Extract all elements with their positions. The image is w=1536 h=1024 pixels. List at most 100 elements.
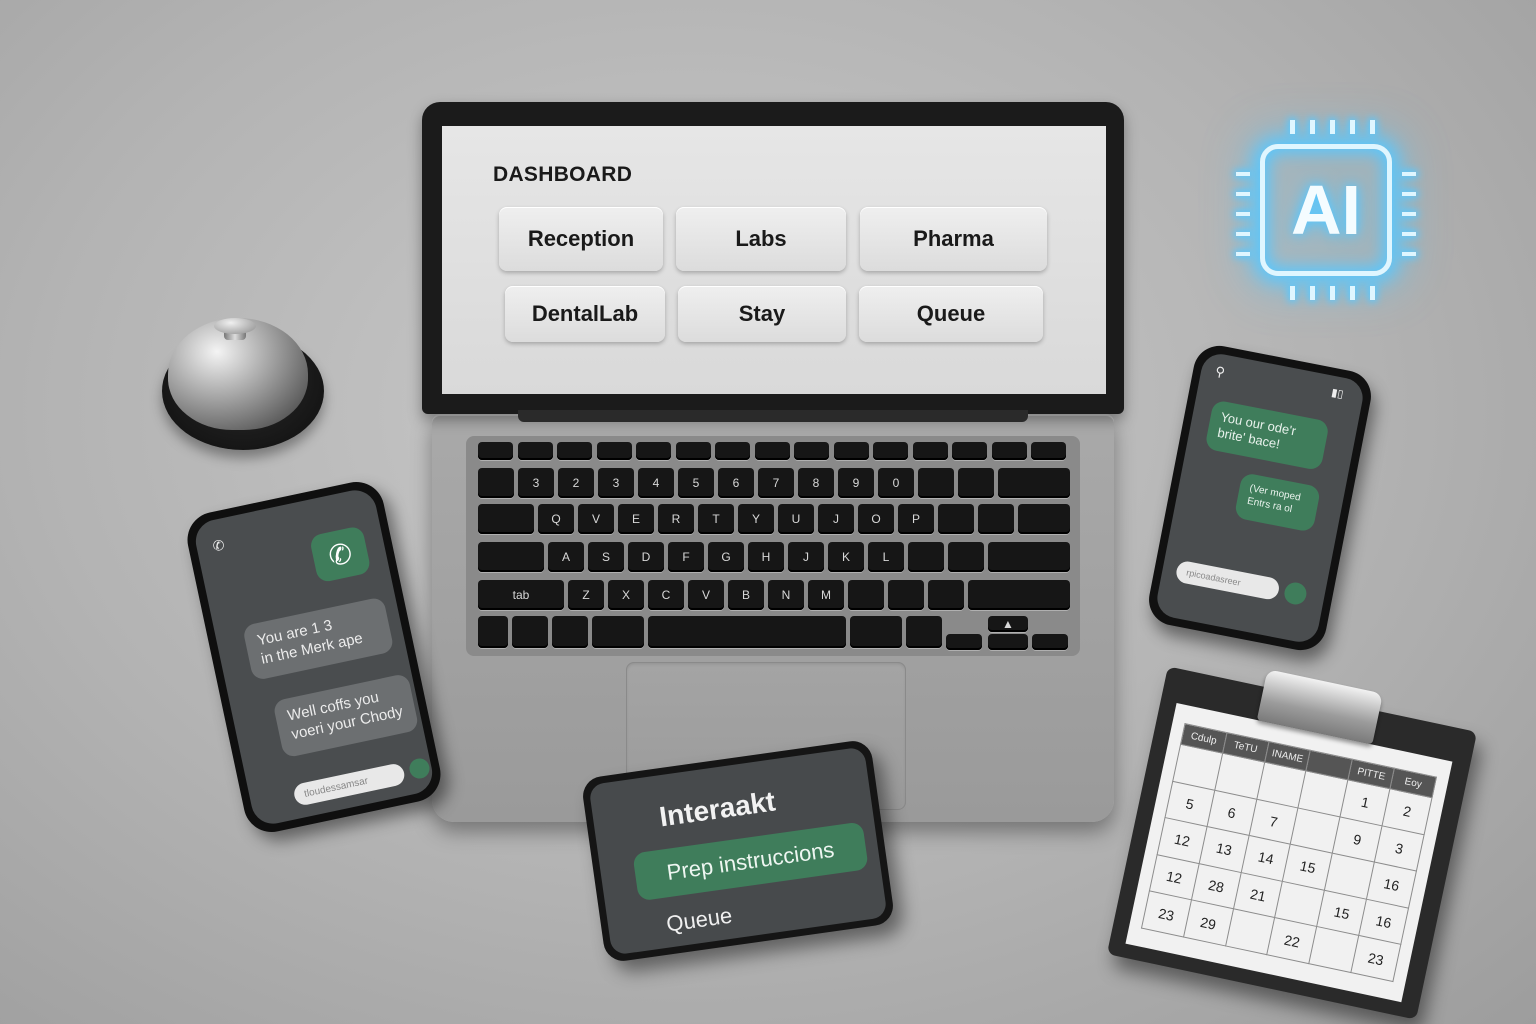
keyboard-key[interactable] <box>888 580 924 610</box>
right-shift-key[interactable] <box>968 580 1070 610</box>
spacebar[interactable] <box>648 616 846 648</box>
arrow-down-key[interactable] <box>988 634 1028 650</box>
keyboard-key-r[interactable]: R <box>658 504 694 534</box>
keyboard-key-6[interactable]: 6 <box>718 468 754 498</box>
tab-key[interactable] <box>478 504 534 534</box>
keyboard-key-8[interactable]: 8 <box>798 468 834 498</box>
keyboard-key-h[interactable]: H <box>748 542 784 572</box>
keyboard-key-2[interactable]: 2 <box>558 468 594 498</box>
message-input[interactable]: rpicoadasreer <box>1174 559 1281 602</box>
queue-label[interactable]: Queue <box>665 903 734 938</box>
keyboard-key[interactable] <box>918 468 954 498</box>
keyboard-key-v[interactable]: V <box>688 580 724 610</box>
keyboard-key-5[interactable]: 5 <box>678 468 714 498</box>
tile-pharma[interactable]: Pharma <box>860 207 1047 271</box>
command-key[interactable] <box>592 616 644 648</box>
keyboard-key-n[interactable]: N <box>768 580 804 610</box>
keyboard-key-d[interactable]: D <box>628 542 664 572</box>
keyboard-key-c[interactable]: C <box>648 580 684 610</box>
tile-reception[interactable]: Reception <box>499 207 663 271</box>
send-icon[interactable] <box>1282 580 1309 607</box>
caps-key[interactable] <box>478 542 544 572</box>
search-icon[interactable]: ⚲ <box>1214 363 1226 381</box>
keyboard-key[interactable] <box>952 442 987 460</box>
keyboard-key[interactable] <box>1031 442 1066 460</box>
keyboard-key-4[interactable]: 4 <box>638 468 674 498</box>
keyboard-key[interactable] <box>938 504 974 534</box>
send-icon[interactable] <box>407 756 432 781</box>
keyboard-key[interactable] <box>873 442 908 460</box>
service-bell-knob[interactable] <box>214 318 256 334</box>
keyboard-key[interactable] <box>1018 504 1070 534</box>
keyboard-key[interactable] <box>478 442 513 460</box>
keyboard-key-3[interactable]: 3 <box>598 468 634 498</box>
keyboard-key[interactable] <box>517 442 553 460</box>
keyboard-key[interactable] <box>636 442 671 460</box>
keyboard-key-o[interactable]: O <box>858 504 894 534</box>
keyboard-key-g[interactable]: G <box>708 542 744 572</box>
keyboard-key-v[interactable]: V <box>578 504 614 534</box>
tile-stay[interactable]: Stay <box>678 286 846 342</box>
whatsapp-icon[interactable]: ✆ <box>308 525 372 584</box>
keyboard-key-e[interactable]: E <box>618 504 654 534</box>
keyboard-key-f[interactable]: F <box>668 542 704 572</box>
keyboard-key-m[interactable]: M <box>808 580 844 610</box>
keyboard-key-j[interactable]: J <box>818 504 854 534</box>
keyboard-key[interactable] <box>557 442 592 460</box>
keyboard-key[interactable] <box>715 442 750 460</box>
fn-key[interactable] <box>478 616 508 648</box>
keyboard-key-b[interactable]: B <box>728 580 764 610</box>
keyboard-key[interactable] <box>596 442 632 460</box>
keyboard-key-u[interactable]: U <box>778 504 814 534</box>
keyboard-key[interactable] <box>675 442 711 460</box>
keyboard-key[interactable] <box>991 442 1027 460</box>
keyboard-key[interactable] <box>848 580 884 610</box>
option-key[interactable] <box>906 616 942 648</box>
prep-instructions-button[interactable]: Prep instruccions <box>632 821 869 902</box>
message-input[interactable]: tloudessamsar <box>292 762 407 807</box>
delete-key[interactable] <box>998 468 1070 498</box>
arrow-right-key[interactable] <box>1032 634 1068 650</box>
keyboard-key[interactable] <box>948 542 984 572</box>
tile-dentallab[interactable]: DentalLab <box>505 286 665 342</box>
keyboard-key[interactable] <box>833 442 869 460</box>
keyboard-key[interactable] <box>928 580 964 610</box>
phone-left-screen: ✆ ✆ You are 1 3 in the Merk ape Well cof… <box>191 486 437 828</box>
tile-labs[interactable]: Labs <box>676 207 846 271</box>
keyboard-key-7[interactable]: 7 <box>758 468 794 498</box>
keyboard-key-a[interactable]: A <box>548 542 584 572</box>
calendar-day[interactable]: 23 <box>1350 935 1401 982</box>
keyboard-key-l[interactable]: L <box>868 542 904 572</box>
keyboard-key-p[interactable]: P <box>898 504 934 534</box>
keyboard-key-j[interactable]: J <box>788 542 824 572</box>
tile-queue[interactable]: Queue <box>859 286 1043 342</box>
keyboard-key[interactable] <box>794 442 829 460</box>
keyboard-key[interactable] <box>908 542 944 572</box>
keyboard-key-y[interactable]: Y <box>738 504 774 534</box>
keyboard-key[interactable] <box>754 442 790 460</box>
arrow-left-key[interactable] <box>946 634 982 650</box>
arrow-up-key[interactable]: ▲ <box>988 616 1028 632</box>
keyboard-key[interactable] <box>978 504 1014 534</box>
keyboard-key-s[interactable]: S <box>588 542 624 572</box>
keyboard-key[interactable] <box>958 468 994 498</box>
shift-key[interactable]: tab <box>478 580 564 610</box>
keyboard-key[interactable] <box>478 468 514 498</box>
command-key[interactable] <box>850 616 902 648</box>
chip-pin <box>1236 212 1250 216</box>
keyboard-key-x[interactable]: X <box>608 580 644 610</box>
keyboard-key-3[interactable]: 3 <box>518 468 554 498</box>
chip-pin <box>1236 232 1250 236</box>
chip-pin <box>1236 252 1250 256</box>
option-key[interactable] <box>552 616 588 648</box>
control-key[interactable] <box>512 616 548 648</box>
keyboard-key-t[interactable]: T <box>698 504 734 534</box>
keyboard-key-k[interactable]: K <box>828 542 864 572</box>
keyboard-key[interactable] <box>912 442 948 460</box>
keyboard-key-z[interactable]: Z <box>568 580 604 610</box>
return-key[interactable] <box>988 542 1070 572</box>
keyboard-key-0[interactable]: 0 <box>878 468 914 498</box>
keyboard-key-9[interactable]: 9 <box>838 468 874 498</box>
keyboard-key-q[interactable]: Q <box>538 504 574 534</box>
phone-icon[interactable]: ✆ <box>211 536 226 555</box>
